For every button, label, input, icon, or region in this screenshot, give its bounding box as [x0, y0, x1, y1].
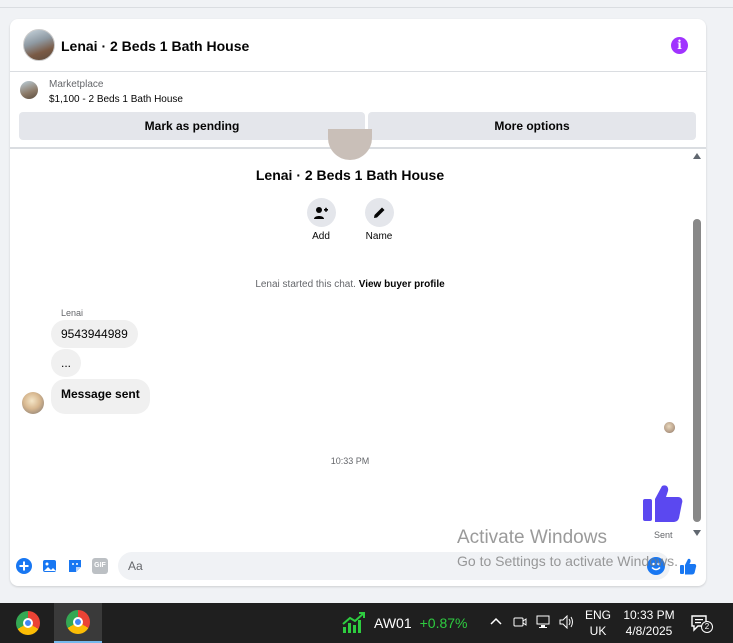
chrome-icon	[16, 611, 40, 635]
clock[interactable]: 10:33 PM 4/8/2025	[619, 607, 679, 639]
more-options-button[interactable]: More options	[368, 112, 696, 140]
listing-avatar[interactable]	[23, 29, 55, 61]
chat-started-notice: Lenai started this chat. View buyer prof…	[10, 279, 690, 290]
profile-name: Lenai · 2 Beds 1 Bath House	[255, 167, 445, 183]
chevron-up-icon[interactable]	[489, 615, 503, 632]
stock-widget[interactable]: AW01 +0.87%	[342, 611, 467, 635]
region-code: UK	[589, 624, 607, 638]
taskbar: AW01 +0.87% ENG UK 10:33 PM 4/8/2025 2	[0, 603, 733, 643]
gif-icon[interactable]: GIF	[92, 558, 108, 574]
sticker-icon[interactable]	[67, 558, 83, 574]
chat-window: Lenai · 2 Beds 1 Bath House i Marketplac…	[10, 19, 706, 586]
chrome-icon	[66, 610, 90, 634]
meet-now-icon[interactable]	[513, 615, 527, 632]
name-label: Name	[365, 231, 393, 242]
listing-category: Marketplace	[49, 79, 104, 90]
name-action[interactable]: Name	[359, 198, 399, 242]
read-receipt-avatar	[664, 422, 675, 433]
sender-name: Lenai	[61, 308, 84, 318]
add-action[interactable]: Add	[301, 198, 341, 242]
plus-icon[interactable]	[16, 558, 32, 574]
message-input[interactable]	[118, 552, 670, 580]
volume-icon[interactable]	[559, 614, 575, 632]
message-bubble[interactable]: Message sent	[51, 379, 150, 414]
info-icon[interactable]: i	[671, 37, 688, 54]
composer-bar: GIF	[10, 548, 706, 586]
sent-status: Sent	[654, 530, 673, 540]
listing-strip[interactable]: Marketplace $1,100 - 2 Beds 1 Bath House	[10, 73, 706, 109]
language-code: ENG	[585, 608, 612, 622]
notification-count: 2	[701, 621, 713, 633]
scroll-up-arrow-icon[interactable]	[693, 153, 701, 159]
message-bubble[interactable]: 9543944989	[51, 320, 138, 348]
add-label: Add	[312, 231, 330, 242]
stock-chart-icon	[342, 612, 365, 633]
scroll-down-arrow-icon[interactable]	[693, 530, 701, 536]
network-icon[interactable]	[535, 615, 551, 632]
clock-time: 10:33 PM	[623, 608, 675, 622]
chat-header: Lenai · 2 Beds 1 Bath House i	[10, 19, 706, 72]
scrollbar[interactable]	[691, 151, 703, 544]
chat-title[interactable]: Lenai · 2 Beds 1 Bath House	[61, 38, 249, 54]
stock-symbol: AW01	[374, 615, 412, 631]
listing-thumbnail	[20, 81, 38, 99]
sender-avatar[interactable]	[22, 392, 44, 414]
view-buyer-profile-link[interactable]: View buyer profile	[359, 279, 445, 290]
started-text: Lenai started this chat.	[255, 279, 356, 290]
pencil-icon[interactable]	[364, 198, 394, 227]
message-bubble[interactable]: ...	[51, 349, 82, 377]
clock-date: 4/8/2025	[625, 624, 673, 638]
emoji-icon[interactable]	[647, 557, 665, 575]
profile-avatar	[328, 129, 372, 160]
message-timestamp: 10:33 PM	[330, 456, 370, 466]
browser-top-strip	[0, 0, 733, 8]
chrome-profile-taskbar-app[interactable]	[54, 603, 102, 643]
add-person-icon[interactable]	[306, 198, 336, 227]
thumbs-up-icon[interactable]	[642, 482, 684, 524]
listing-price-title: $1,100 - 2 Beds 1 Bath House	[49, 94, 183, 105]
chrome-taskbar-app[interactable]	[4, 603, 52, 643]
language-indicator[interactable]: ENG UK	[585, 607, 611, 639]
mark-as-pending-button[interactable]: Mark as pending	[19, 112, 365, 140]
notification-icon[interactable]: 2	[690, 613, 713, 633]
stock-change: +0.87%	[419, 615, 468, 631]
send-like-icon[interactable]	[679, 557, 697, 575]
photo-icon[interactable]	[42, 558, 58, 574]
scroll-thumb[interactable]	[693, 219, 701, 522]
